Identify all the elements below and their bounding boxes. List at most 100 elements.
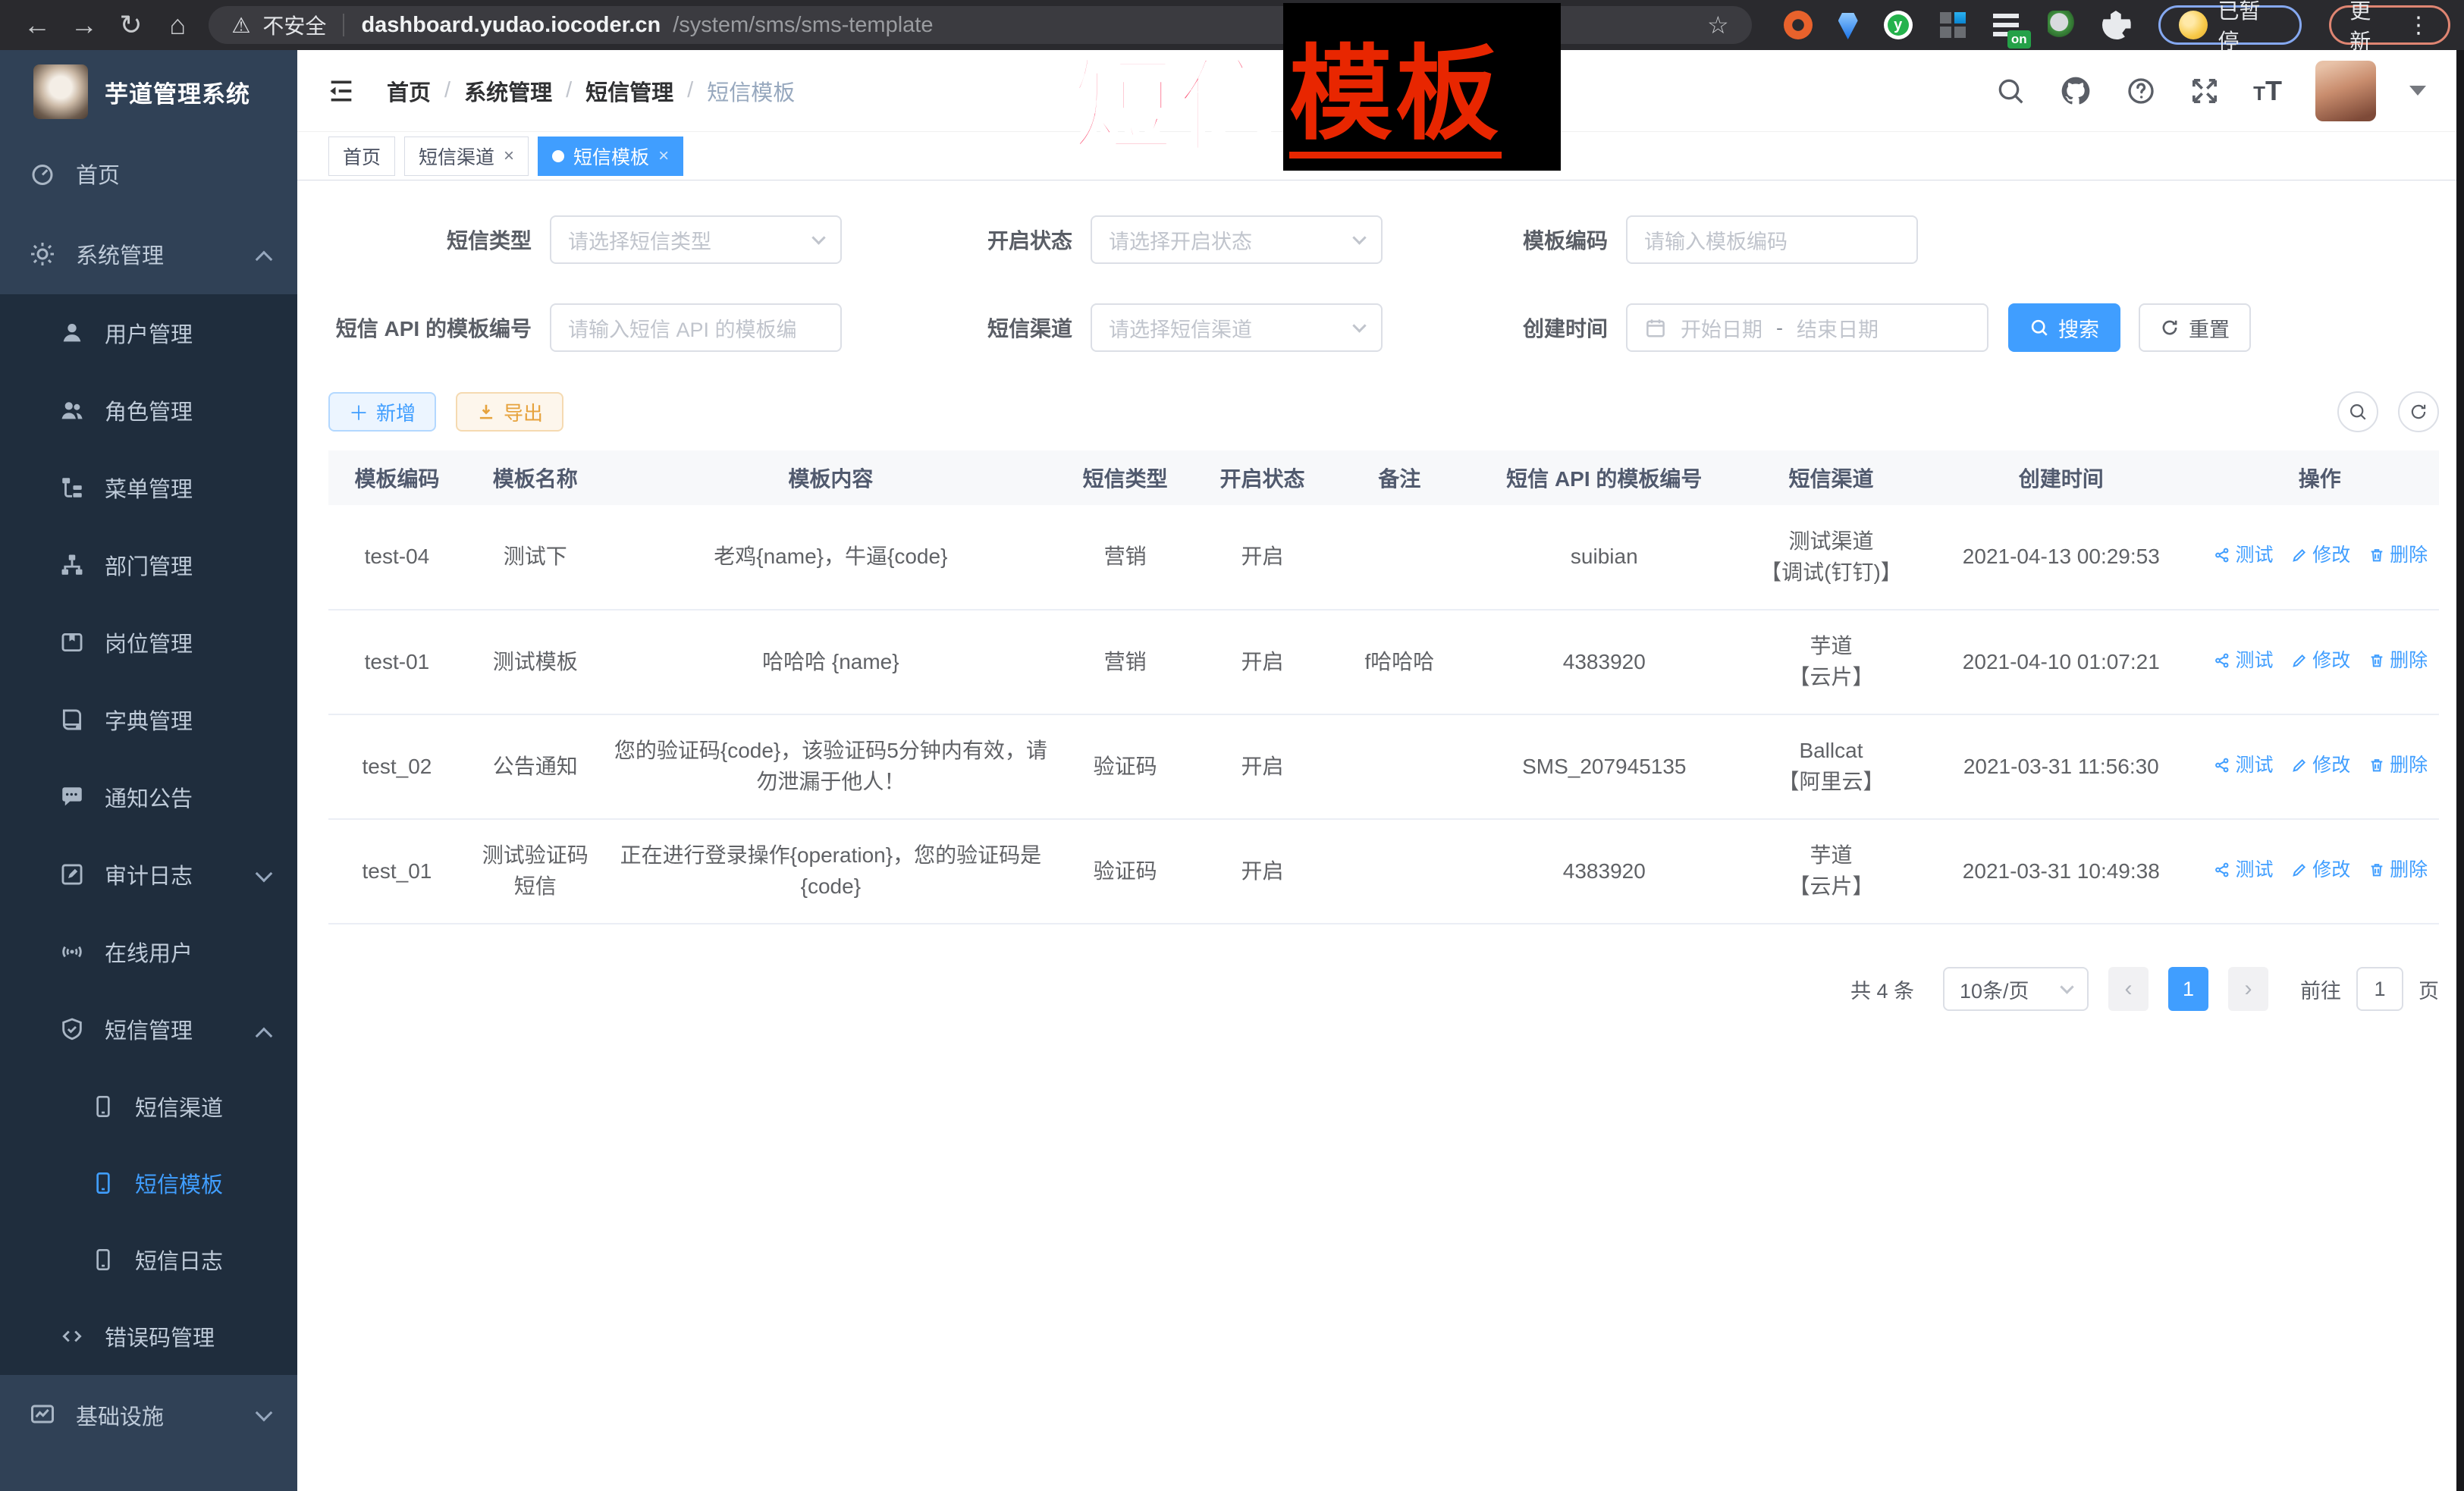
channel-select[interactable]: 请选择短信渠道 xyxy=(1091,303,1383,352)
col-template-code: 模板编码 xyxy=(328,450,466,505)
sidebar-item-user-mgmt[interactable]: 用户管理 xyxy=(0,294,297,372)
status-select[interactable]: 请选择开启状态 xyxy=(1091,215,1383,264)
search-button[interactable]: 搜索 xyxy=(2008,303,2120,352)
font-size-icon[interactable]: TT xyxy=(2253,75,2282,107)
sidebar-item-notice[interactable]: 通知公告 xyxy=(0,758,297,836)
logo-row[interactable]: 芋道管理系统 xyxy=(0,50,297,133)
tab-sms-channel[interactable]: 短信渠道 × xyxy=(404,137,529,176)
create-time-range-picker[interactable]: 开始日期 - 结束日期 xyxy=(1626,303,1988,352)
delete-link[interactable]: 删除 xyxy=(2368,647,2428,674)
test-link[interactable]: 测试 xyxy=(2214,856,2273,884)
cell-actions: 测试 修改 删除 xyxy=(2200,819,2439,924)
extension-green-icon[interactable]: y xyxy=(1884,11,1913,39)
sidebar-item-dict-mgmt[interactable]: 字典管理 xyxy=(0,681,297,758)
goto-page-input[interactable]: 1 xyxy=(2356,967,2403,1011)
delete-link[interactable]: 删除 xyxy=(2368,541,2428,569)
fullscreen-icon[interactable] xyxy=(2189,76,2220,106)
cell-remark xyxy=(1331,819,1468,924)
sidebar-item-system-mgmt[interactable]: 系统管理 xyxy=(0,214,297,294)
profile-paused-chip[interactable]: 已暂停 xyxy=(2158,5,2302,45)
test-link[interactable]: 测试 xyxy=(2214,752,2273,779)
sidebar-item-sms-mgmt[interactable]: 短信管理 xyxy=(0,990,297,1068)
extension-magnifier-icon[interactable] xyxy=(2048,11,2076,39)
extension-grid-icon[interactable] xyxy=(1938,11,1967,39)
back-icon[interactable]: ← xyxy=(14,9,61,41)
tab-home[interactable]: 首页 xyxy=(328,137,395,176)
add-button[interactable]: ＋ 新增 xyxy=(328,392,436,432)
extension-orange-icon[interactable] xyxy=(1784,11,1813,39)
sidebar-item-audit-log[interactable]: 审计日志 xyxy=(0,836,297,913)
placeholder: 请选择短信类型 xyxy=(568,225,711,255)
tab-label: 短信渠道 xyxy=(419,143,494,170)
col-status: 开启状态 xyxy=(1194,450,1331,505)
page-1-button[interactable]: 1 xyxy=(2168,967,2208,1011)
edit-link[interactable]: 修改 xyxy=(2291,856,2350,884)
sidebar-item-infrastructure[interactable]: 基础设施 xyxy=(0,1375,297,1455)
sidebar-item-menu-mgmt[interactable]: 菜单管理 xyxy=(0,449,297,526)
tab-sms-template[interactable]: 短信模板 × xyxy=(538,137,683,176)
browser-menu-icon[interactable]: ⋮ xyxy=(2407,12,2430,39)
delete-link[interactable]: 删除 xyxy=(2368,856,2428,884)
github-icon[interactable] xyxy=(2059,74,2092,108)
cell-name: 测试验证码短信 xyxy=(466,819,605,924)
scrollbar[interactable] xyxy=(2456,50,2464,1491)
search-icon[interactable] xyxy=(1995,76,2026,106)
page-size-select[interactable]: 10条/页 xyxy=(1943,967,2089,1011)
extension-pin-icon[interactable] xyxy=(1838,11,1858,39)
prev-page-button[interactable]: ‹ xyxy=(2108,967,2149,1011)
address-bar[interactable]: ⚠ 不安全 dashboard.yudao.iocoder.cn /system… xyxy=(209,6,1751,44)
forward-icon[interactable]: → xyxy=(61,9,108,41)
end-date-placeholder: 结束日期 xyxy=(1797,313,1879,343)
sidebar-item-errcode-mgmt[interactable]: 错误码管理 xyxy=(0,1298,297,1375)
sidebar-item-post-mgmt[interactable]: 岗位管理 xyxy=(0,604,297,681)
update-chip[interactable]: 更新 ⋮ xyxy=(2329,5,2450,45)
next-page-button[interactable]: › xyxy=(2228,967,2268,1011)
help-icon[interactable] xyxy=(2126,76,2156,106)
edit-link[interactable]: 修改 xyxy=(2291,647,2350,674)
breadcrumb-home[interactable]: 首页 xyxy=(387,75,431,107)
table-header-row: 模板编码 模板名称 模板内容 短信类型 开启状态 备注 短信 API 的模板编号… xyxy=(328,450,2439,505)
breadcrumb-separator: / xyxy=(444,78,450,103)
test-link[interactable]: 测试 xyxy=(2214,541,2273,569)
tag-view-bar: 首页 短信渠道 × 短信模板 × xyxy=(297,132,2464,180)
edit-link[interactable]: 修改 xyxy=(2291,752,2350,779)
reset-button[interactable]: 重置 xyxy=(2139,303,2251,352)
cell-status: 开启 xyxy=(1194,714,1331,819)
channel-name: 芋道 xyxy=(1810,634,1852,658)
sidebar-item-sms-channel[interactable]: 短信渠道 xyxy=(0,1068,297,1144)
delete-link[interactable]: 删除 xyxy=(2368,752,2428,779)
edit-link[interactable]: 修改 xyxy=(2291,541,2350,569)
bookmark-star-icon[interactable]: ☆ xyxy=(1707,11,1729,39)
breadcrumb-sms[interactable]: 短信管理 xyxy=(585,75,673,107)
sidebar-item-online-users[interactable]: 在线用户 xyxy=(0,913,297,990)
template-code-input[interactable]: 请输入模板编码 xyxy=(1626,215,1918,264)
col-template-name: 模板名称 xyxy=(466,450,605,505)
sms-type-select[interactable]: 请选择短信类型 xyxy=(550,215,842,264)
sidebar-item-role-mgmt[interactable]: 角色管理 xyxy=(0,372,297,449)
export-button[interactable]: 导出 xyxy=(456,392,563,432)
extensions-puzzle-icon[interactable] xyxy=(2102,11,2131,39)
sidebar-item-home[interactable]: 首页 xyxy=(0,133,297,214)
sidebar-item-label: 岗位管理 xyxy=(105,626,193,658)
avatar-caret-icon[interactable] xyxy=(2409,86,2426,96)
close-icon[interactable]: × xyxy=(504,147,514,165)
sidebar-item-sms-log[interactable]: 短信日志 xyxy=(0,1221,297,1298)
test-link[interactable]: 测试 xyxy=(2214,647,2273,674)
cell-channel: 芋道【云片】 xyxy=(1740,610,1922,714)
delete-label: 删除 xyxy=(2390,647,2428,674)
cell-actions: 测试 修改 删除 xyxy=(2200,610,2439,714)
close-icon[interactable]: × xyxy=(658,147,669,165)
refresh-button[interactable] xyxy=(2398,391,2439,432)
breadcrumb-system[interactable]: 系统管理 xyxy=(464,75,552,107)
api-template-id-input[interactable]: 请输入短信 API 的模板编 xyxy=(550,303,842,352)
user-avatar[interactable] xyxy=(2315,61,2376,121)
show-search-button[interactable] xyxy=(2337,391,2378,432)
sidebar-item-sms-template[interactable]: 短信模板 xyxy=(0,1144,297,1221)
test-label: 测试 xyxy=(2235,752,2273,779)
reload-icon[interactable]: ↻ xyxy=(108,9,155,41)
extension-list-icon[interactable]: on xyxy=(1993,11,2022,39)
collapse-menu-icon[interactable] xyxy=(326,76,356,106)
home-icon[interactable]: ⌂ xyxy=(154,9,201,41)
sidebar-item-dept-mgmt[interactable]: 部门管理 xyxy=(0,526,297,604)
cell-code: test_01 xyxy=(328,819,466,924)
